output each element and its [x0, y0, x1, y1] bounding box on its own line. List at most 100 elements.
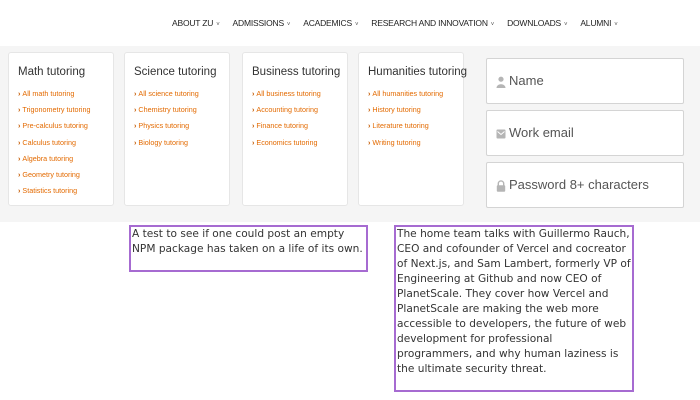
menu-link[interactable]: › Chemistry tutoring: [134, 105, 199, 121]
chevron-right-icon: ›: [252, 89, 255, 98]
chevron-right-icon: ›: [134, 121, 137, 131]
password-field[interactable]: Password 8+ characters: [486, 162, 684, 208]
chevron-right-icon: ›: [368, 121, 371, 131]
chevron-down-icon: ˅: [216, 22, 220, 28]
nav-item-research[interactable]: RESEARCH AND INNOVATION ˅: [371, 18, 494, 28]
signup-form: Name Work email Password 8+ characters: [472, 46, 700, 222]
chevron-right-icon: ›: [18, 105, 21, 115]
email-field[interactable]: Work email: [486, 110, 684, 156]
chevron-right-icon: ›: [134, 137, 137, 147]
menu-link-label: Physics tutoring: [138, 121, 190, 131]
menu-link[interactable]: › Geometry tutoring: [18, 170, 90, 186]
chevron-down-icon: ˅: [564, 22, 568, 28]
menu-link-label: Accounting tutoring: [256, 105, 318, 115]
nav-item-admissions[interactable]: ADMISSIONS ˅: [233, 18, 291, 28]
nav-item-label: ABOUT ZU: [172, 18, 214, 28]
menu-link[interactable]: › Literature tutoring: [368, 121, 443, 137]
chevron-right-icon: ›: [18, 169, 21, 179]
menu-link-label: Statistics tutoring: [22, 186, 78, 196]
menu-link-label: Economics tutoring: [256, 137, 318, 147]
chevron-right-icon: ›: [252, 121, 255, 131]
menu-link-label: History tutoring: [372, 105, 421, 115]
menu-link[interactable]: › Finance tutoring: [252, 121, 321, 137]
email-icon: [496, 129, 506, 139]
link-list: › All business tutoring › Accounting tutori…: [252, 89, 321, 154]
menu-link[interactable]: › Physics tutoring: [134, 121, 199, 137]
link-list: › All math tutoring › Trigonometry tutoring…: [18, 89, 90, 202]
link-list: › All science tutoring › Chemistry tutoring…: [134, 89, 199, 154]
menu-link[interactable]: › Trigonometry tutoring: [18, 105, 90, 121]
menu-column-science: Science tutoring › All science tutoring › C…: [124, 52, 230, 206]
menu-link-label: Writing tutoring: [372, 137, 421, 147]
menu-link-label: Literature tutoring: [372, 121, 429, 131]
menu-link[interactable]: › Biology tutoring: [134, 138, 199, 154]
name-field[interactable]: Name: [486, 58, 684, 104]
chevron-right-icon: ›: [368, 105, 371, 115]
menu-link[interactable]: › Algebra tutoring: [18, 154, 90, 170]
menu-link[interactable]: › Pre-calculus tutoring: [18, 121, 90, 137]
chevron-right-icon: ›: [252, 137, 255, 147]
menu-link[interactable]: › All business tutoring: [252, 89, 321, 105]
chevron-down-icon: ˅: [614, 22, 618, 28]
chevron-down-icon: ˅: [490, 22, 495, 28]
menu-link[interactable]: › History tutoring: [368, 105, 443, 121]
column-title: Humanities tutoring: [368, 66, 468, 78]
column-title: Science tutoring: [134, 66, 217, 78]
chevron-right-icon: ›: [18, 153, 21, 163]
menu-link[interactable]: › Economics tutoring: [252, 138, 321, 154]
menu-link-label: All math tutoring: [22, 89, 75, 98]
menu-link-label: Finance tutoring: [256, 121, 308, 131]
chevron-down-icon: ˅: [286, 22, 291, 28]
menu-link-label: All business tutoring: [256, 89, 321, 98]
menu-link[interactable]: › All science tutoring: [134, 89, 199, 105]
user-icon: [496, 76, 506, 88]
menu-column-business: Business tutoring › All business tutoring…: [242, 52, 348, 206]
menu-link[interactable]: › All math tutoring: [18, 89, 90, 105]
menu-column-math: Math tutoring › All math tutoring › Trigono…: [8, 52, 114, 206]
menu-link[interactable]: › Calculus tutoring: [18, 138, 90, 154]
nav-item-label: RESEARCH AND INNOVATION: [371, 18, 488, 28]
menu-link-label: Geometry tutoring: [22, 169, 80, 179]
chevron-right-icon: ›: [252, 105, 255, 115]
chevron-right-icon: ›: [368, 89, 371, 98]
menu-link-label: Chemistry tutoring: [138, 105, 197, 115]
column-title: Math tutoring: [18, 66, 86, 78]
menu-link[interactable]: › Statistics tutoring: [18, 186, 90, 202]
menu-link-label: Trigonometry tutoring: [22, 105, 91, 115]
menu-link-label: All humanities tutoring: [372, 89, 444, 98]
menu-link[interactable]: › All humanities tutoring: [368, 89, 443, 105]
chevron-right-icon: ›: [18, 137, 21, 147]
tutoring-mega-menu: Math tutoring › All math tutoring › Trigono…: [0, 46, 472, 222]
menu-link-label: All science tutoring: [138, 89, 199, 98]
chevron-right-icon: ›: [18, 89, 21, 98]
menu-link[interactable]: › Writing tutoring: [368, 138, 443, 154]
column-title: Business tutoring: [252, 66, 341, 78]
email-placeholder: Work email: [509, 125, 574, 140]
menu-link[interactable]: › Accounting tutoring: [252, 105, 321, 121]
nav-item-label: ALUMNI: [580, 18, 612, 28]
nav-item-about[interactable]: ABOUT ZU ˅: [172, 18, 220, 28]
chevron-right-icon: ›: [134, 89, 137, 98]
chevron-right-icon: ›: [18, 186, 21, 196]
nav-item-academics[interactable]: ACADEMICS ˅: [303, 18, 358, 28]
nav-item-label: ACADEMICS: [303, 18, 352, 28]
lock-icon: [496, 180, 506, 192]
menu-link-label: Pre-calculus tutoring: [22, 121, 88, 131]
password-placeholder: Password 8+ characters: [509, 177, 649, 192]
menu-link-label: Biology tutoring: [138, 137, 188, 147]
top-navigation: ABOUT ZU ˅ ADMISSIONS ˅ ACADEMICS ˅ RESEARC…: [0, 0, 700, 47]
menu-link-label: Calculus tutoring: [22, 137, 76, 147]
nav-item-alumni[interactable]: ALUMNI ˅: [580, 18, 617, 28]
chevron-down-icon: ˅: [354, 22, 359, 28]
nav-item-label: DOWNLOADS: [507, 18, 562, 28]
name-placeholder: Name: [509, 73, 544, 88]
article-snippet-npm: A test to see if one could post an empty…: [129, 225, 368, 272]
nav-item-label: ADMISSIONS: [232, 18, 285, 28]
article-snippet-podcast: The home team talks with Guillermo Rauch…: [394, 225, 634, 392]
link-list: › All humanities tutoring › History tutorin…: [368, 89, 443, 154]
chevron-right-icon: ›: [18, 121, 21, 131]
chevron-right-icon: ›: [134, 105, 137, 115]
nav-menu: ABOUT ZU ˅ ADMISSIONS ˅ ACADEMICS ˅ RESEARC…: [172, 18, 631, 28]
chevron-right-icon: ›: [368, 137, 371, 147]
nav-item-downloads[interactable]: DOWNLOADS ˅: [507, 18, 567, 28]
